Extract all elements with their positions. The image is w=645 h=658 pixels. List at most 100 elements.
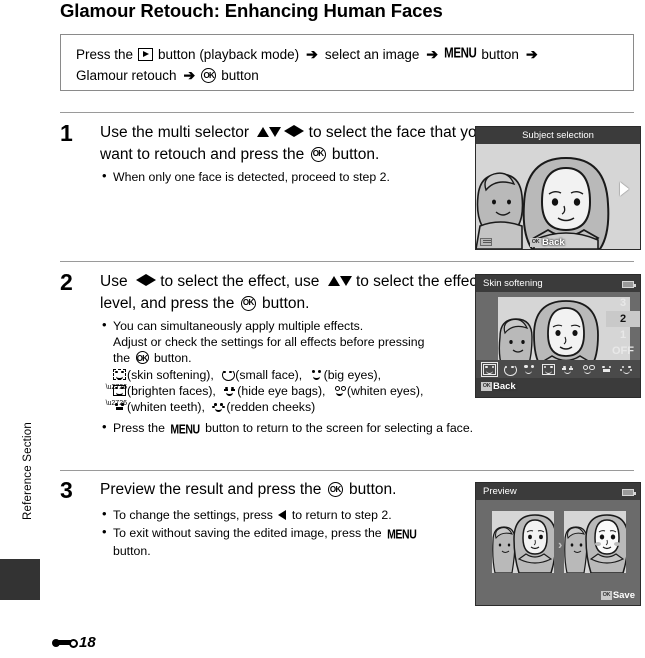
effect-label: (brighten faces),: [127, 383, 216, 398]
bullet-line-2: Adjust or check the settings for all eff…: [113, 335, 425, 350]
bullet2-pre: Press the: [113, 421, 165, 436]
ok-button-icon: [201, 68, 217, 83]
intro-text-2: button (playback mode): [158, 47, 300, 62]
bullet2-post: button to return to the screen for selec…: [205, 421, 474, 436]
divider: [60, 261, 634, 262]
step-2-text-1: Use: [100, 273, 128, 290]
right-arrow-icon: [294, 125, 305, 137]
list-item: When only one face is detected, proceed …: [100, 168, 500, 185]
step-2-number: 2: [60, 269, 73, 295]
brighten-faces-icon: \u2726: [106, 384, 127, 396]
navigation-path-line-2: Glamour retouch ➔ button: [73, 65, 633, 86]
down-arrow-icon: [339, 276, 352, 286]
list-item: You can simultaneously apply multiple ef…: [100, 317, 490, 415]
small-face-icon[interactable]: [503, 364, 517, 376]
back-control[interactable]: Back: [530, 237, 565, 248]
bullet-line-3-post: button.: [153, 351, 192, 366]
battery-icon: [622, 280, 636, 288]
preview-after-image: [564, 511, 626, 573]
redden-cheeks-icon[interactable]: [619, 364, 633, 375]
step-2-bullets: You can simultaneously apply multiple ef…: [100, 317, 490, 415]
divider: [60, 112, 634, 113]
navigation-path-line-1: Press the button (playback mode) ➔ selec…: [73, 44, 633, 65]
step-1-bullets: When only one face is detected, proceed …: [100, 168, 500, 185]
effect-label: (small face),: [235, 367, 303, 382]
level-option-3[interactable]: 3: [606, 295, 640, 311]
back-label: Back: [542, 237, 565, 248]
step-2-text-2: to select the effect, use: [160, 273, 320, 290]
ok-key-icon: [530, 238, 541, 247]
skin-softening-icon[interactable]: [480, 361, 499, 377]
brighten-faces-icon[interactable]: [541, 363, 555, 375]
sidebar-label: Reference Section: [22, 422, 34, 521]
step-3-bullets: To change the settings, press to return …: [100, 505, 490, 560]
path-arrow-icon: ➔: [306, 46, 318, 62]
page-title: Glamour Retouch: Enhancing Human Faces: [60, 0, 443, 21]
effects-line-3: \u2726 (whiten teeth), (redden cheeks): [106, 399, 490, 415]
step-2-text-4: button.: [262, 294, 310, 312]
step-3-instruction: Preview the result and press the button.: [100, 479, 520, 501]
down-arrow-icon: [269, 127, 282, 137]
intro-text-3: select an image: [324, 47, 420, 62]
hide-eye-bags-icon[interactable]: [561, 364, 574, 375]
screen1-photo: [476, 144, 640, 249]
menu-button-icon: MENU: [170, 422, 200, 438]
screen3-title: Preview: [483, 486, 517, 497]
step-1-instruction: Use the multi selector to select the fac…: [100, 122, 500, 165]
navigation-path-box: Press the button (playback mode) ➔ selec…: [60, 34, 634, 91]
big-eyes-icon[interactable]: [522, 364, 535, 375]
path-arrow-icon: ➔: [525, 46, 538, 62]
back-control[interactable]: Back: [481, 381, 516, 392]
right-arrow-icon[interactable]: [620, 182, 629, 196]
whiten-teeth-icon[interactable]: [600, 364, 613, 375]
menu-chip-icon: [480, 238, 492, 246]
bullet2-post: button.: [113, 543, 151, 558]
bullet-line-1: You can simultaneously apply multiple ef…: [113, 319, 364, 333]
screen2-titlebar: Skin softening: [476, 275, 640, 292]
whiten-eyes-icon: [333, 385, 347, 396]
step-1-text-3: button.: [331, 145, 380, 163]
effect-label: (skin softening),: [127, 367, 214, 382]
effects-line-2: \u2726 (brighten faces), (hide eye bags),…: [106, 383, 490, 399]
save-control[interactable]: Save: [600, 590, 635, 601]
camera-screen-subject-selection: Subject selection Back: [475, 126, 641, 250]
level-option-off[interactable]: OFF: [606, 343, 640, 359]
camera-screen-skin-softening: Skin softening 3 2 1 OFF OK Back: [475, 274, 641, 398]
redden-cheeks-icon: [212, 401, 225, 413]
level-option-2-selected[interactable]: 2: [606, 311, 640, 327]
effect-label: (whiten eyes),: [346, 383, 424, 398]
left-arrow-icon: [135, 274, 146, 286]
left-arrow-icon: [278, 509, 287, 520]
big-eyes-icon: [310, 369, 323, 380]
step-1-text-1: Use the multi selector: [100, 124, 250, 141]
up-arrow-icon: [327, 276, 340, 286]
face-illustration-before: [492, 511, 554, 573]
path-arrow-icon: ➔: [183, 67, 196, 83]
bullet-line-3-pre: the: [113, 351, 131, 366]
face-illustration-after: [564, 511, 626, 573]
path-arrow-icon: ➔: [426, 46, 439, 62]
up-arrow-icon: [257, 127, 270, 137]
divider: [60, 470, 634, 471]
screen1-title: Subject selection: [522, 130, 594, 141]
skin-softening-icon: [113, 368, 126, 380]
step-1-number: 1: [60, 120, 73, 146]
bullet-line-3: the button.: [113, 350, 490, 366]
bullet2-pre: To exit without saving the edited image,…: [113, 525, 382, 540]
effect-label: (whiten teeth),: [127, 400, 205, 415]
whiten-eyes-icon[interactable]: [581, 364, 595, 375]
effect-level-selector[interactable]: 3 2 1 OFF: [606, 295, 640, 359]
preview-before-image: [492, 511, 554, 573]
reference-section-sidebar: Reference Section: [0, 0, 55, 658]
list-item: To change the settings, press to return …: [100, 505, 490, 523]
sidebar-section-marker: [0, 559, 40, 600]
screen2-title: Skin softening: [483, 278, 543, 289]
effect-label: (hide eye bags),: [237, 383, 326, 398]
intro-text-6: button: [221, 68, 259, 83]
level-option-1[interactable]: 1: [606, 327, 640, 343]
intro-text-4: button: [481, 47, 519, 62]
effect-icon-bar: [476, 360, 640, 378]
back-label: Back: [493, 381, 516, 392]
screen3-titlebar: Preview: [476, 483, 640, 500]
left-arrow-icon: [284, 125, 295, 137]
